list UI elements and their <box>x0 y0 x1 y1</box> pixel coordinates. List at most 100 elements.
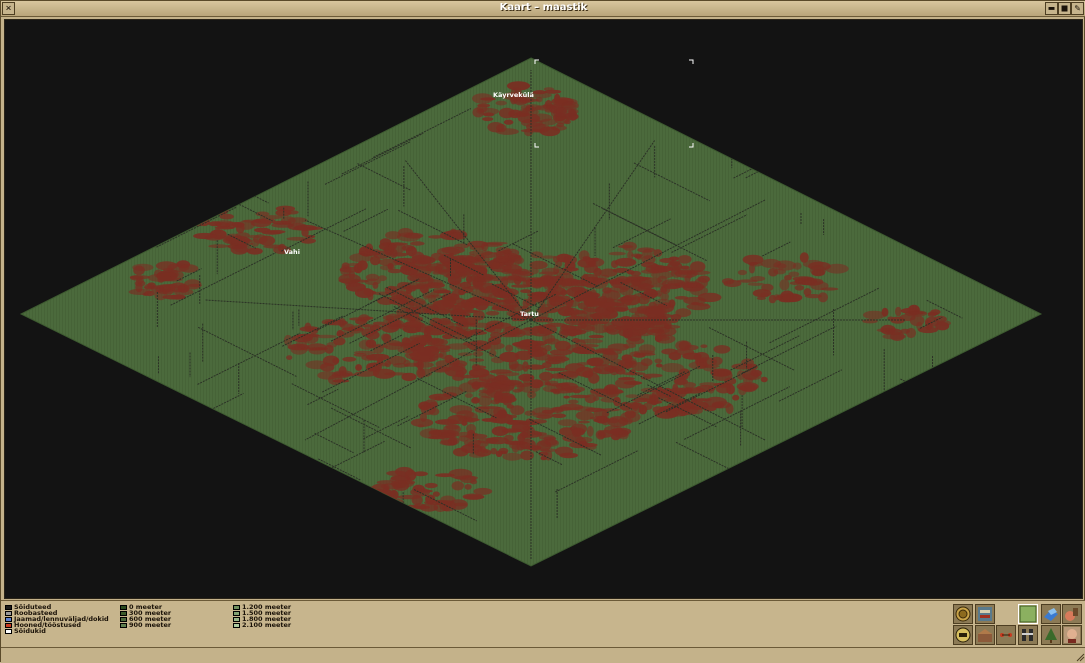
road-segment <box>818 431 928 487</box>
building-cluster <box>537 324 558 335</box>
show-companies-button[interactable] <box>1062 625 1082 645</box>
building-cluster <box>467 240 488 248</box>
building-cluster <box>514 112 528 117</box>
building-cluster <box>629 351 640 357</box>
building-cluster <box>638 283 654 290</box>
building-cluster <box>387 263 394 270</box>
building-cluster <box>618 417 633 425</box>
show-trees-button[interactable] <box>1041 625 1061 645</box>
building-cluster <box>160 272 177 277</box>
building-cluster <box>788 271 800 277</box>
building-cluster <box>559 403 584 411</box>
building-cluster <box>448 468 473 480</box>
building-cluster <box>134 280 146 287</box>
building-cluster <box>320 362 335 372</box>
building-cluster <box>384 372 408 376</box>
building-cluster <box>563 395 570 399</box>
contour-icon <box>955 606 971 622</box>
map-legend: Sõiduteed Roobasteed Jaamad/lennuväljad/… <box>1 600 1085 647</box>
building-cluster <box>305 226 324 230</box>
building-cluster <box>471 381 482 390</box>
building-cluster <box>792 276 814 282</box>
building-cluster <box>909 311 926 315</box>
show-link-stats-button[interactable] <box>1018 625 1038 645</box>
building-cluster <box>518 340 537 347</box>
building-cluster <box>411 251 425 261</box>
building-cluster <box>472 351 484 357</box>
legend-transport-column: Sõiduteed Roobasteed Jaamad/lennuväljad/… <box>4 604 109 634</box>
legend-swatch <box>120 604 127 610</box>
building-cluster <box>507 276 516 284</box>
building-cluster <box>571 427 586 436</box>
minimap-view[interactable]: Käyrvekülä Vahi Tartu <box>4 19 1083 599</box>
road-segment <box>745 131 839 179</box>
building-cluster <box>569 313 578 324</box>
building-cluster <box>390 480 414 488</box>
building-cluster <box>619 296 637 301</box>
building-cluster <box>473 487 493 495</box>
building-cluster <box>532 90 547 95</box>
building-cluster <box>799 252 809 263</box>
building-cluster <box>601 348 623 356</box>
building-cluster <box>162 294 186 300</box>
building-cluster <box>602 328 617 333</box>
building-cluster <box>560 289 567 296</box>
building-cluster <box>895 306 902 317</box>
show-terrain-button[interactable] <box>1018 604 1038 624</box>
sticky-pin-icon[interactable]: ✎ <box>1071 2 1084 15</box>
building-cluster <box>544 344 552 352</box>
show-contours-button[interactable] <box>953 604 973 624</box>
building-cluster <box>497 409 508 419</box>
road-segment <box>843 458 896 486</box>
building-cluster <box>374 496 392 507</box>
show-owners-button[interactable] <box>953 625 973 645</box>
building-cluster <box>494 391 503 402</box>
legend-swatch <box>120 610 127 616</box>
building-cluster <box>467 340 492 352</box>
building-cluster <box>642 248 653 260</box>
road-segment <box>893 447 979 491</box>
building-cluster <box>538 271 559 275</box>
building-cluster <box>449 362 466 372</box>
building-cluster <box>675 308 692 318</box>
building-cluster <box>439 309 455 314</box>
window-titlebar[interactable]: × Kaart – maastik ▬ ■ ✎ <box>1 1 1085 17</box>
building-cluster <box>933 315 947 323</box>
industries-icon <box>978 629 992 642</box>
building-cluster <box>487 122 505 133</box>
building-cluster <box>519 420 541 426</box>
building-cluster <box>779 279 790 291</box>
building-cluster <box>438 253 455 264</box>
building-cluster <box>435 419 459 425</box>
building-cluster <box>385 231 402 240</box>
building-cluster <box>586 425 594 437</box>
building-cluster <box>355 364 362 371</box>
minimap-canvas[interactable]: Käyrvekülä Vahi Tartu <box>5 20 1083 599</box>
building-cluster <box>258 235 276 246</box>
toggle-town-names-button[interactable] <box>996 625 1016 645</box>
building-cluster <box>417 335 428 345</box>
link-stats-icon <box>1022 629 1033 641</box>
default-size-icon[interactable]: ■ <box>1058 2 1071 15</box>
show-industries-button[interactable] <box>975 625 995 645</box>
show-routes-button[interactable] <box>1041 604 1061 624</box>
window-bottom-bar <box>1 647 1085 663</box>
road-segment <box>934 434 1027 482</box>
building-cluster <box>707 385 715 394</box>
building-cluster <box>413 471 428 477</box>
legend-heights-low-column: 0 meeter 300 meeter 600 meeter 900 meete… <box>119 604 171 628</box>
legend-item-vehicles[interactable]: Sõidukid <box>4 628 109 634</box>
building-cluster <box>529 379 544 389</box>
building-cluster <box>365 353 390 361</box>
building-cluster <box>474 297 495 303</box>
shade-window-icon[interactable]: ▬ <box>1045 2 1058 15</box>
show-vehicles-button[interactable] <box>975 604 995 624</box>
building-cluster <box>588 260 597 267</box>
building-cluster <box>544 380 559 385</box>
building-cluster <box>427 277 434 284</box>
resize-grip-icon[interactable] <box>1075 652 1085 662</box>
show-vegetation-button[interactable] <box>1062 604 1082 624</box>
building-cluster <box>431 338 448 346</box>
building-cluster <box>599 268 618 277</box>
building-cluster <box>668 318 679 323</box>
